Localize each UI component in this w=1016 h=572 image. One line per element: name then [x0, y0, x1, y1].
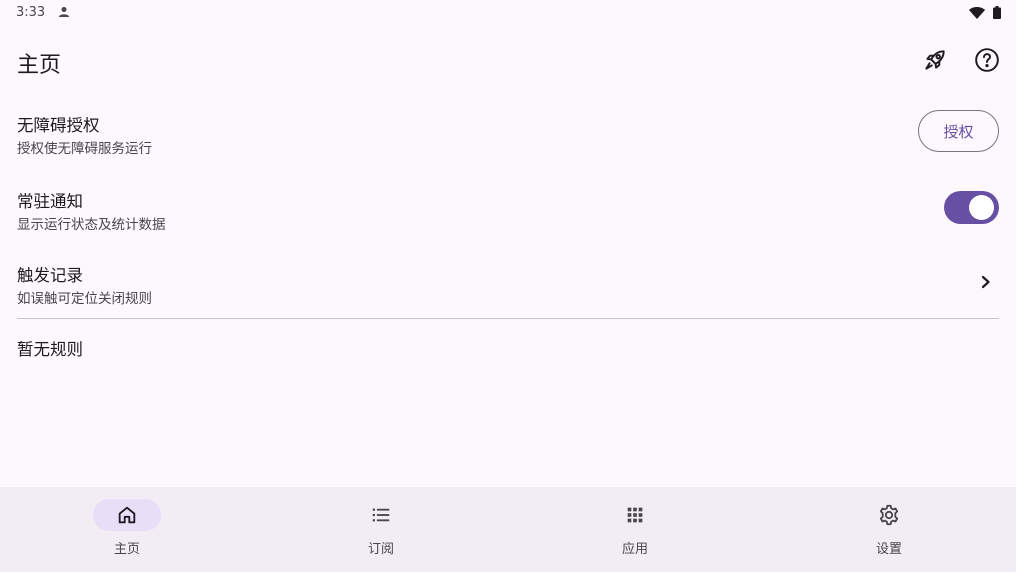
empty-state-text: 暂无规则	[17, 340, 83, 359]
status-bar: 3:33	[0, 0, 1016, 26]
nav-label: 主页	[113, 542, 140, 557]
list-icon	[372, 508, 390, 522]
battery-icon	[993, 6, 1001, 19]
nav-label: 设置	[875, 542, 902, 557]
apps-grid-icon	[627, 507, 643, 523]
gear-icon	[879, 504, 899, 526]
accessibility-permission-row: 无障碍授权 授权使无障碍服务运行 授权	[0, 106, 1016, 166]
toggle-knob	[969, 195, 994, 220]
trigger-log-row[interactable]: 触发记录 如误触可定位关闭规则	[0, 256, 1016, 312]
help-icon[interactable]	[974, 47, 1000, 73]
rocket-icon[interactable]	[922, 47, 948, 73]
row-title: 常驻通知	[17, 192, 83, 211]
nav-active-indicator	[93, 499, 161, 531]
bottom-navigation: 主页 订阅 应用 设置	[0, 487, 1016, 572]
wifi-icon	[969, 7, 985, 19]
authorize-button[interactable]: 授权	[918, 110, 999, 152]
notification-toggle[interactable]	[944, 191, 999, 224]
nav-item-settings[interactable]: 设置	[762, 487, 1016, 572]
chevron-right-icon	[981, 275, 990, 289]
nav-item-apps[interactable]: 应用	[508, 487, 762, 572]
top-app-bar: 主页	[0, 36, 1016, 84]
row-subtitle: 授权使无障碍服务运行	[17, 141, 152, 157]
nav-label: 订阅	[367, 542, 394, 557]
page-title: 主页	[17, 53, 62, 78]
row-subtitle: 显示运行状态及统计数据	[17, 217, 166, 233]
persistent-notification-row: 常驻通知 显示运行状态及统计数据	[0, 182, 1016, 242]
divider	[17, 318, 999, 319]
row-title: 触发记录	[17, 266, 83, 285]
row-title: 无障碍授权	[17, 116, 100, 135]
user-icon	[59, 7, 69, 17]
nav-item-home[interactable]: 主页	[0, 487, 254, 572]
row-subtitle: 如误触可定位关闭规则	[17, 291, 152, 307]
status-time: 3:33	[16, 5, 46, 20]
nav-item-subscriptions[interactable]: 订阅	[254, 487, 508, 572]
nav-label: 应用	[621, 542, 648, 557]
home-icon	[118, 506, 136, 524]
